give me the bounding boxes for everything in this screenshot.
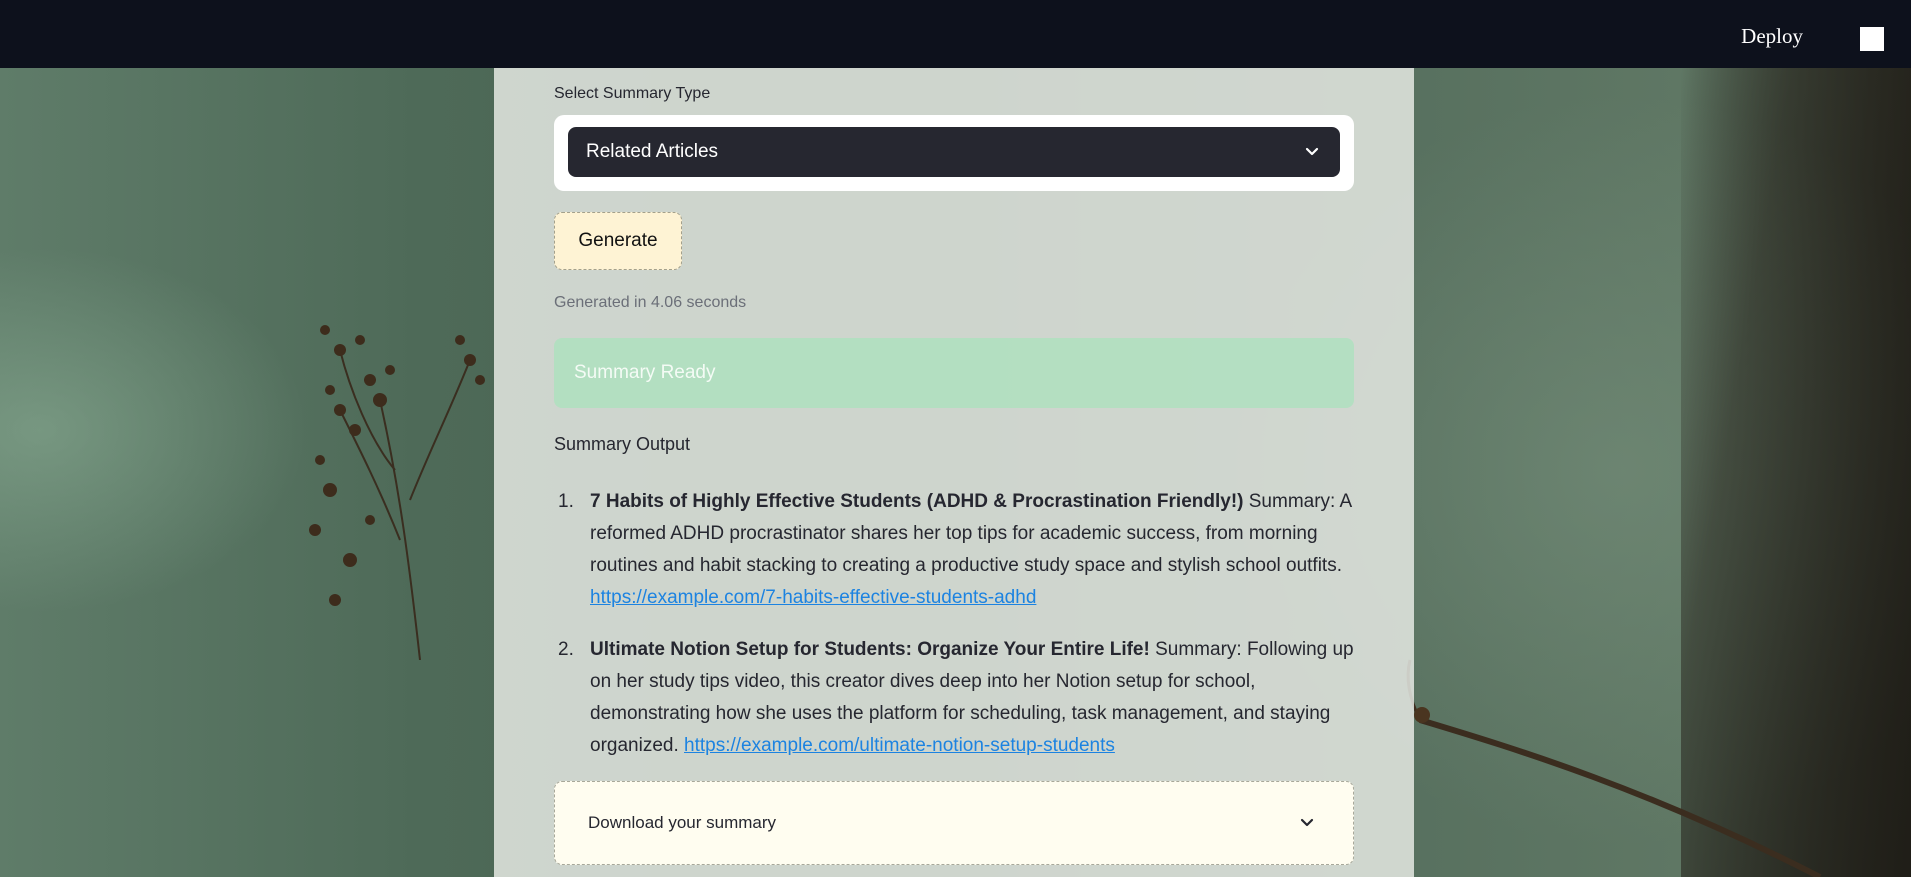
article-title: Ultimate Notion Setup for Students: Orga… [590, 639, 1150, 660]
chevron-down-icon [1300, 818, 1314, 827]
summary-output-title: Summary Output [554, 434, 691, 454]
article-list: 1. 7 Habits of Highly Effective Students… [554, 486, 1354, 782]
main-container: Select Summary Type Related Articles Gen… [494, 68, 1414, 877]
success-text: Summary Ready [574, 362, 716, 383]
list-number: 1. [558, 491, 574, 512]
list-number: 2. [558, 639, 574, 660]
background-flowers-image [309, 325, 485, 660]
summary-type-select[interactable]: Related Articles [568, 127, 1340, 177]
menu-square-icon[interactable] [1860, 27, 1884, 51]
select-wrapper: Related Articles [554, 115, 1354, 191]
background-branch-image [1406, 659, 1822, 877]
download-label: Download your summary [588, 813, 777, 832]
success-alert: Summary Ready [554, 338, 1354, 408]
list-item: 2. Ultimate Notion Setup for Students: O… [554, 634, 1354, 762]
generated-time-text: Generated in 4.06 seconds [554, 294, 747, 311]
article-link[interactable]: https://example.com/ultimate-notion-setu… [684, 735, 1115, 756]
select-label: Select Summary Type [554, 85, 711, 102]
generate-button[interactable]: Generate [554, 212, 682, 270]
top-header: Deploy [0, 0, 1911, 68]
article-link[interactable]: https://example.com/7-habits-effective-s… [590, 587, 1036, 608]
deploy-button[interactable]: Deploy [1741, 24, 1803, 49]
list-item: 1. 7 Habits of Highly Effective Students… [554, 486, 1354, 614]
select-value: Related Articles [586, 141, 719, 162]
download-expander[interactable]: Download your summary [554, 781, 1354, 865]
chevron-down-icon [1305, 147, 1319, 156]
article-title: 7 Habits of Highly Effective Students (A… [590, 491, 1244, 512]
